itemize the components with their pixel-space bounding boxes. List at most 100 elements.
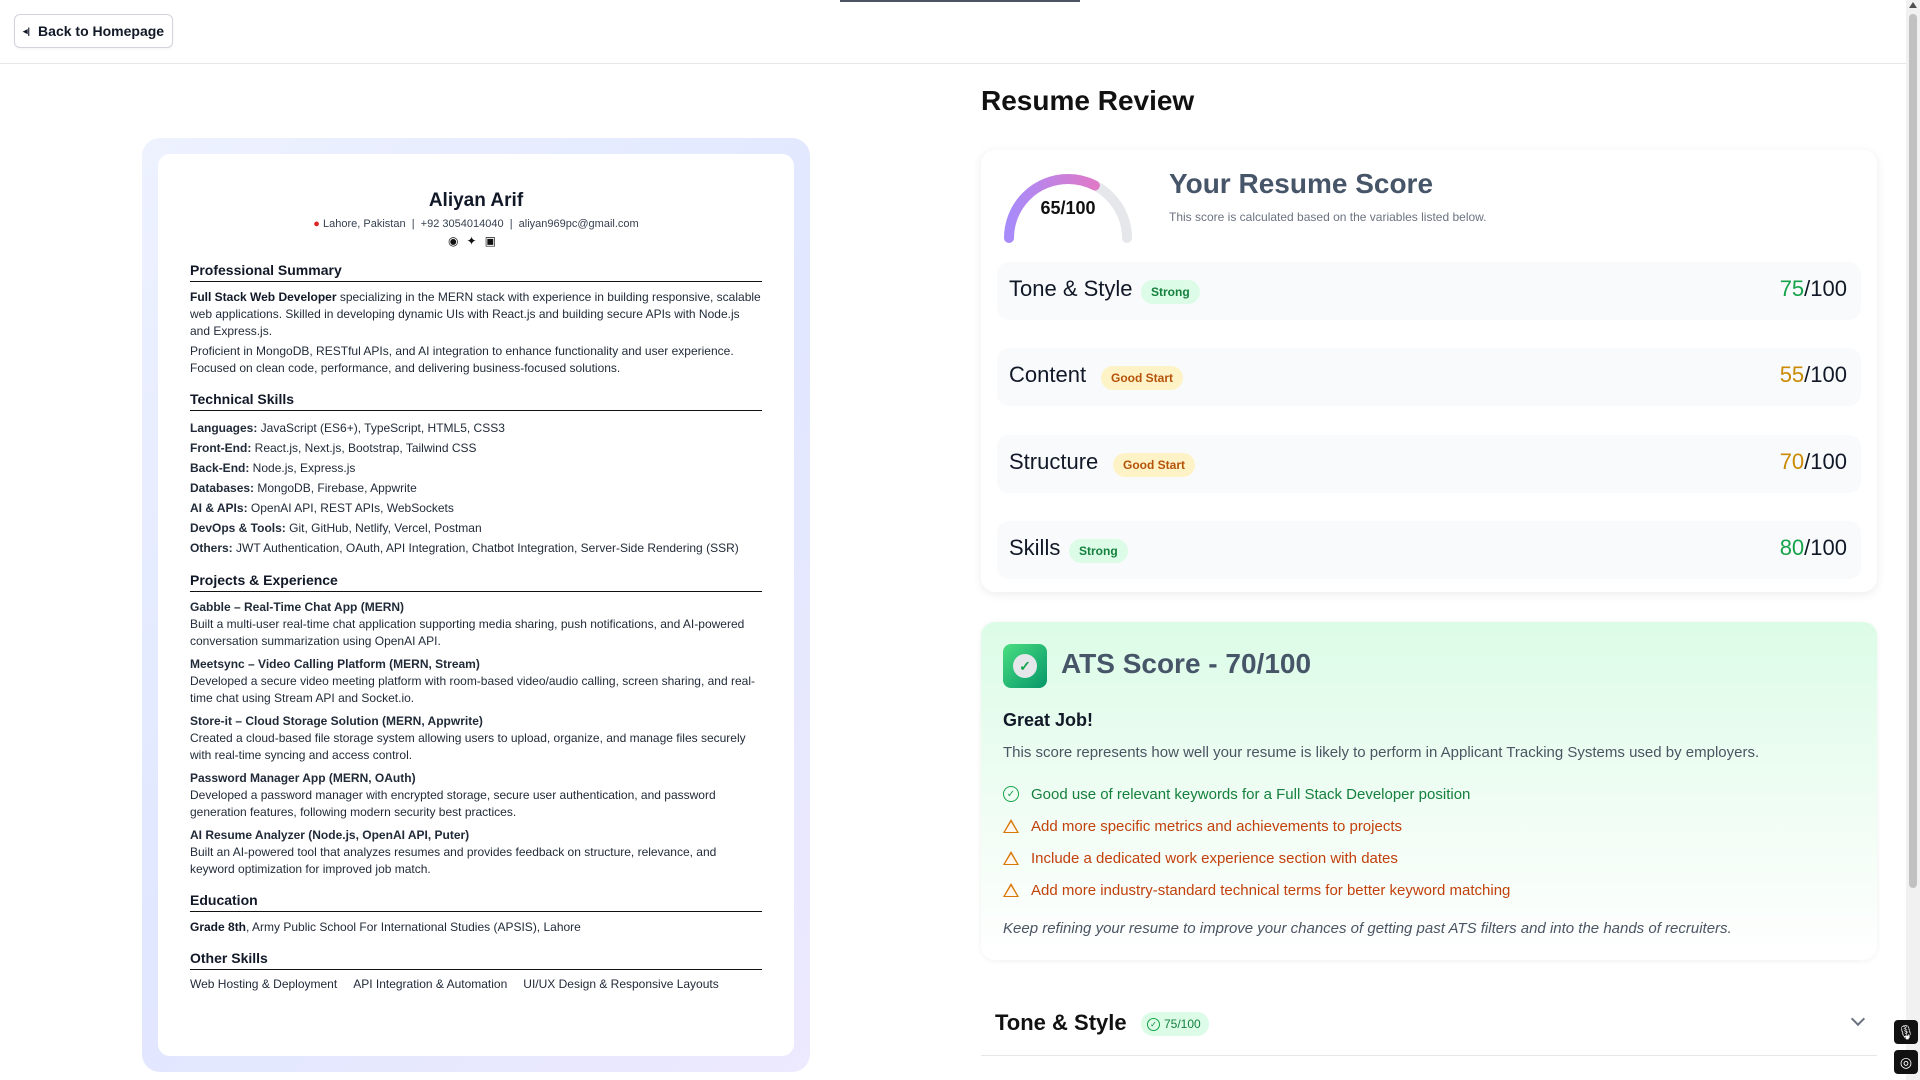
summary-paragraph-1: Full Stack Web Developer specializing in… <box>190 289 762 340</box>
check-circle-icon: ✓ <box>1003 786 1019 802</box>
project-title: Gabble – Real-Time Chat App (MERN) <box>190 600 405 614</box>
section-heading-education: Education <box>190 892 762 912</box>
skill-value: OpenAI API, REST APIs, WebSockets <box>247 501 454 515</box>
skill-key: AI & APIs: <box>190 501 248 515</box>
skill-value: MongoDB, Firebase, Appwrite <box>254 481 417 495</box>
ats-check-icon: ✓ <box>1003 644 1047 688</box>
location-pin-icon: ● <box>313 218 320 230</box>
skill-line: Others: JWT Authentication, OAuth, API I… <box>190 538 762 558</box>
skill-line: AI & APIs: OpenAI API, REST APIs, WebSoc… <box>190 498 762 518</box>
category-score: 70/100 <box>1779 449 1847 474</box>
ats-tip-improve: Add more specific metrics and achievemen… <box>1003 810 1510 842</box>
skill-value: JavaScript (ES6+), TypeScript, HTML5, CS… <box>257 421 505 435</box>
skill-line: Databases: MongoDB, Firebase, Appwrite <box>190 478 762 498</box>
score-subtitle: This score is calculated based on the va… <box>1169 210 1487 224</box>
top-navbar: ◂| Back to Homepage <box>0 0 1906 64</box>
project-desc: Built an AI-powered tool that analyzes r… <box>190 845 717 876</box>
microphone-icon[interactable]: 🎙 <box>1894 1020 1918 1044</box>
resume-contact: ● Lahore, Pakistan | +92 3054014040 | al… <box>313 218 639 230</box>
skill-value: Git, GitHub, Netlify, Vercel, Postman <box>285 521 482 535</box>
linkedin-icon[interactable]: ▣ <box>485 234 504 248</box>
loading-indicator <box>840 0 1080 2</box>
ats-footer-note: Keep refining your resume to improve you… <box>1003 920 1732 937</box>
ats-tip-text: Add more industry-standard technical ter… <box>1031 881 1511 899</box>
resume-document[interactable]: Aliyan Arif ● Lahore, Pakistan | +92 305… <box>158 154 794 1056</box>
category-badge: Good Start <box>1113 453 1195 477</box>
skill-key: Languages: <box>190 421 258 435</box>
skill-line: Languages: JavaScript (ES6+), TypeScript… <box>190 418 762 438</box>
category-row-tone-style: Tone & Style Strong 75/100 <box>997 262 1861 320</box>
ats-description: This score represents how well your resu… <box>1003 744 1760 761</box>
category-score: 75/100 <box>1779 276 1847 301</box>
category-name: Skills <box>1009 535 1061 560</box>
accordion-badge-text: 75/100 <box>1164 1017 1201 1031</box>
project-desc: Built a multi-user real-time chat applic… <box>190 617 745 648</box>
skill-line: DevOps & Tools: Git, GitHub, Netlify, Ve… <box>190 518 762 538</box>
chevron-down-icon[interactable] <box>1850 1011 1866 1027</box>
category-badge: Good Start <box>1101 366 1183 390</box>
accordion-tone-style[interactable]: Tone & Style ✓ 75/100 <box>981 1000 1877 1056</box>
ats-tip-text: Good use of relevant keywords for a Full… <box>1031 785 1471 803</box>
section-heading-other-skills: Other Skills <box>190 950 762 970</box>
skill-value: Node.js, Express.js <box>249 461 356 475</box>
arrow-left-icon: ◂| <box>23 25 31 36</box>
ats-score-card: ✓ ATS Score - 70/100 Great Job! This sco… <box>981 622 1877 960</box>
category-name: Content <box>1009 362 1087 387</box>
ats-title: ATS Score - 70/100 <box>1061 648 1312 679</box>
education-text: , Army Public School For International S… <box>246 920 581 934</box>
ats-tip-text: Add more specific metrics and achievemen… <box>1031 817 1402 835</box>
resume-email: aliyan969pc@gmail.com <box>518 218 639 230</box>
category-name: Tone & Style <box>1009 276 1133 301</box>
page-scrollbar[interactable] <box>1906 0 1920 1080</box>
accordion-score-badge: ✓ 75/100 <box>1141 1012 1209 1036</box>
project-desc: Developed a password manager with encryp… <box>190 788 716 819</box>
skill-key: Front-End: <box>190 441 252 455</box>
summary-lead: Full Stack Web Developer <box>190 290 337 304</box>
warning-icon <box>1003 819 1019 833</box>
page-title: Resume Review <box>981 85 1195 116</box>
skill-key: DevOps & Tools: <box>190 521 286 535</box>
skill-line: Back-End: Node.js, Express.js <box>190 458 762 478</box>
scroll-up-arrow-icon[interactable] <box>1909 2 1917 8</box>
check-circle-icon: ✓ <box>1147 1017 1160 1031</box>
resume-score-card: 65/100 Your Resume Score This score is c… <box>981 150 1877 592</box>
other-skill: API Integration & Automation <box>353 977 508 991</box>
category-badge: Strong <box>1069 539 1128 563</box>
section-heading-summary: Professional Summary <box>190 262 762 282</box>
project-desc: Developed a secure video meeting platfor… <box>190 674 755 705</box>
project-title: AI Resume Analyzer (Node.js, OpenAI API,… <box>190 828 470 842</box>
accordion-title: Tone & Style <box>995 1010 1127 1035</box>
category-score: 80/100 <box>1779 535 1847 560</box>
resume-social-links: ◉✦▣ <box>190 234 762 248</box>
category-row-content: Content Good Start 55/100 <box>997 348 1861 406</box>
skill-key: Back-End: <box>190 461 250 475</box>
section-heading-projects: Projects & Experience <box>190 572 762 592</box>
ats-tips-list: ✓ Good use of relevant keywords for a Fu… <box>1003 778 1510 906</box>
ats-tip-improve: Include a dedicated work experience sect… <box>1003 842 1510 874</box>
other-skills-list: Web Hosting & Deployment API Integration… <box>190 977 762 991</box>
resume-name: Aliyan Arif <box>428 190 524 211</box>
other-skill: Web Hosting & Deployment <box>190 977 338 991</box>
project-title: Store-it – Cloud Storage Solution (MERN,… <box>190 714 483 728</box>
back-to-homepage-button[interactable]: ◂| Back to Homepage <box>14 14 174 48</box>
github-icon[interactable]: ◉ <box>448 234 466 248</box>
summary-paragraph-2: Proficient in MongoDB, RESTful APIs, and… <box>190 344 734 375</box>
education-line: Grade 8th, Army Public School For Intern… <box>190 919 762 936</box>
score-title: Your Resume Score <box>1169 168 1434 199</box>
skill-line: Front-End: React.js, Next.js, Bootstrap,… <box>190 438 762 458</box>
ats-tip-improve: Add more industry-standard technical ter… <box>1003 874 1510 906</box>
ats-tip-good: ✓ Good use of relevant keywords for a Fu… <box>1003 778 1510 810</box>
section-heading-skills: Technical Skills <box>190 391 762 411</box>
score-value: 65/100 <box>1040 198 1096 218</box>
twitter-icon[interactable]: ✦ <box>467 234 485 248</box>
category-badge: Strong <box>1141 280 1200 304</box>
warning-icon <box>1003 883 1019 897</box>
scrollbar-thumb[interactable] <box>1909 14 1917 888</box>
category-row-structure: Structure Good Start 70/100 <box>997 435 1861 493</box>
project-title: Meetsync – Video Calling Platform (MERN,… <box>190 657 480 671</box>
project-title: Password Manager App (MERN, OAuth) <box>190 771 416 785</box>
back-label: Back to Homepage <box>38 23 165 39</box>
assistant-icon[interactable]: ◎ <box>1894 1050 1918 1074</box>
education-lead: Grade 8th <box>190 920 247 934</box>
warning-icon <box>1003 851 1019 865</box>
